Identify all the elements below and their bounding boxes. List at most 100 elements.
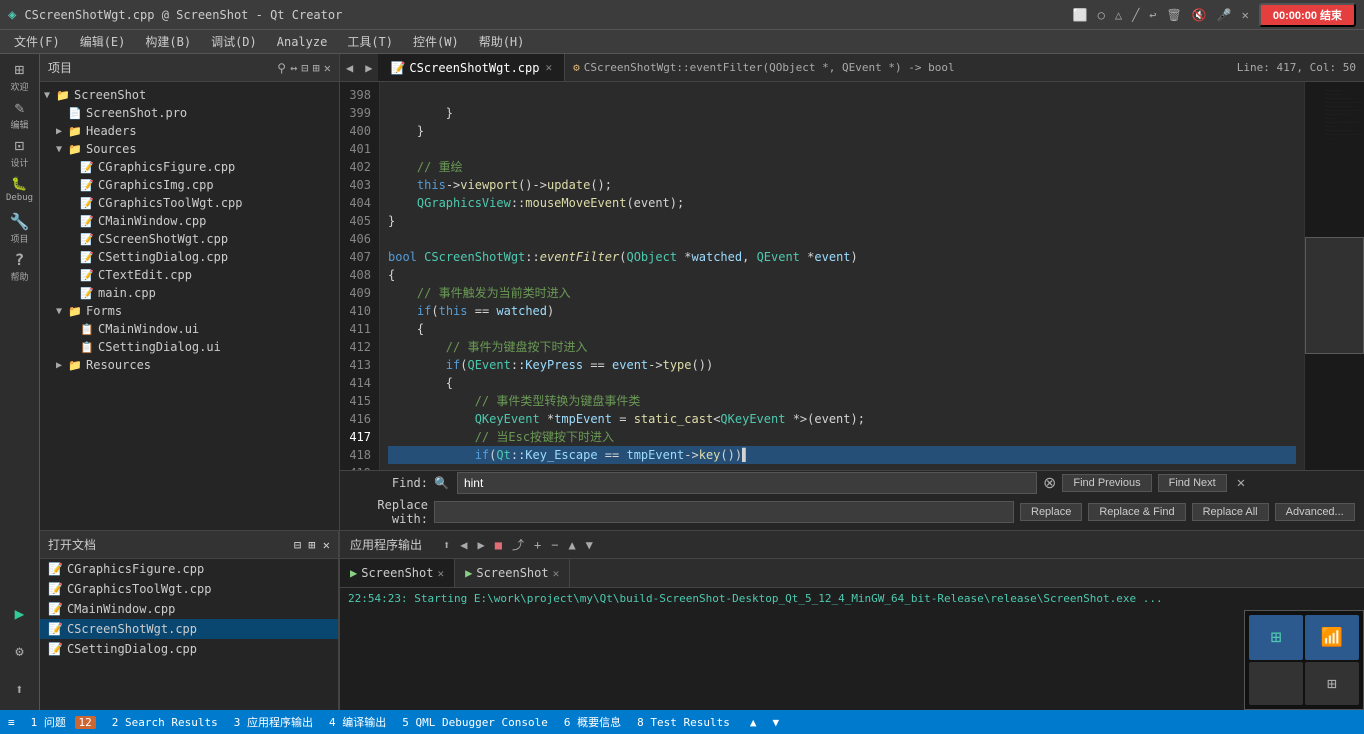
tree-item-sources[interactable]: ▼ 📁 Sources [40, 140, 339, 158]
tree-item-root[interactable]: ▼ 📁 ScreenShot [40, 86, 339, 104]
minimap-viewport[interactable] [1305, 237, 1364, 353]
status-app-output[interactable]: 3 应用程序输出 [234, 714, 313, 730]
tree-item-csettingdialogui[interactable]: 📋 CSettingDialog.ui [40, 338, 339, 356]
tree-item-ctextedit[interactable]: 📝 CTextEdit.cpp [40, 266, 339, 284]
find-close-btn[interactable]: ✕ [1237, 475, 1245, 491]
od-close[interactable]: ✕ [323, 538, 330, 552]
menu-build[interactable]: 构建(B) [135, 31, 201, 52]
doc-item-3[interactable]: 📝 CScreenShotWgt.cpp [40, 619, 338, 639]
run-button[interactable]: ▶ [2, 596, 38, 632]
sidebar-item-projects[interactable]: 🔧 项目 [2, 210, 38, 246]
minimap[interactable]: ·········· ········· ··············· ···… [1304, 82, 1364, 470]
tree-item-cscreenshotwgt[interactable]: 📝 CScreenShotWgt.cpp [40, 230, 339, 248]
icon-rect[interactable]: ⬜ [1073, 8, 1088, 22]
tree-item-cgraphicsfigure[interactable]: 📝 CGraphicsFigure.cpp [40, 158, 339, 176]
od-icon1[interactable]: ⊟ [294, 538, 301, 552]
tree-item-cgraphicstoolwgt[interactable]: 📝 CGraphicsToolWgt.cpp [40, 194, 339, 212]
icon-trash[interactable]: 🗑 [1167, 8, 1182, 22]
tree-item-pro[interactable]: 📄 ScreenShot.pro [40, 104, 339, 122]
menu-analyze[interactable]: Analyze [267, 33, 338, 51]
bt-icon3[interactable]: ▶ [474, 538, 487, 552]
replace-all-btn[interactable]: Replace All [1192, 503, 1269, 521]
bottom-tab-screenshot1[interactable]: ▶ ScreenShot ✕ [340, 559, 455, 587]
menu-edit[interactable]: 编辑(E) [70, 31, 136, 52]
bottom-tab-close2[interactable]: ✕ [553, 567, 560, 580]
icon-mic[interactable]: 🎤 [1217, 8, 1232, 22]
status-down-arrow[interactable]: ▼ [773, 716, 780, 729]
tree-item-forms[interactable]: ▼ 📁 Forms [40, 302, 339, 320]
build-button[interactable]: ⚙ [2, 634, 38, 670]
status-test[interactable]: 8 Test Results [637, 716, 730, 729]
tree-item-cmainwindow[interactable]: 📝 CMainWindow.cpp [40, 212, 339, 230]
tab-cscreenshotwgt[interactable]: 📝 CScreenShotWgt.cpp ✕ [378, 54, 565, 82]
doc-item-1[interactable]: 📝 CGraphicsToolWgt.cpp [40, 579, 338, 599]
code-editor[interactable]: } } // 重绘 this->viewport()->update(); QG… [380, 82, 1304, 470]
bt-icon1[interactable]: ⬆ [440, 538, 453, 552]
extra-button[interactable]: ⬆ [2, 672, 38, 708]
sidebar-item-debug[interactable]: 🐛 Debug [2, 172, 38, 208]
icon-close-x[interactable]: ╱ [1132, 8, 1139, 22]
menu-debug[interactable]: 调试(D) [201, 31, 267, 52]
close-panel-icon[interactable]: ✕ [324, 61, 331, 75]
replace-find-btn[interactable]: Replace & Find [1088, 503, 1185, 521]
sidebar-item-design[interactable]: ⊡ 设计 [2, 134, 38, 170]
doc-item-2[interactable]: 📝 CMainWindow.cpp [40, 599, 338, 619]
find-previous-btn[interactable]: Find Previous [1062, 474, 1151, 492]
icon-speaker[interactable]: 🔇 [1192, 8, 1207, 22]
od-icon2[interactable]: ⊞ [308, 538, 315, 552]
replace-btn[interactable]: Replace [1020, 503, 1082, 521]
find-clear-btn[interactable]: ⊗ [1043, 473, 1056, 493]
tree-item-cmainwindowui[interactable]: 📋 CMainWindow.ui [40, 320, 339, 338]
tree-item-headers[interactable]: ▶ 📁 Headers [40, 122, 339, 140]
tree-item-csettingdialog[interactable]: 📝 CSettingDialog.cpp [40, 248, 339, 266]
bt-icon2[interactable]: ◀ [457, 538, 470, 552]
menu-file[interactable]: 文件(F) [4, 31, 70, 52]
find-next-btn[interactable]: Find Next [1158, 474, 1227, 492]
tab-close-1[interactable]: ✕ [545, 61, 552, 74]
status-up-arrow[interactable]: ▲ [750, 716, 757, 729]
bt-icon4[interactable]: ■ [492, 538, 505, 552]
icon-triangle[interactable]: △ [1115, 8, 1122, 22]
sidebar-item-edit[interactable]: ✎ 编辑 [2, 96, 38, 132]
icon-close[interactable]: ✕ [1242, 8, 1249, 22]
bt-icon6[interactable]: + [531, 538, 544, 552]
icon-undo[interactable]: ↩ [1149, 8, 1156, 22]
bottom-tab-screenshot2[interactable]: ▶ ScreenShot ✕ [455, 559, 570, 587]
mini-cell-2: 📶 [1305, 615, 1359, 660]
filter-icon[interactable]: ⚲ [277, 61, 286, 75]
timer-button[interactable]: 00:00:00 结束 [1259, 3, 1356, 27]
status-search[interactable]: 2 Search Results [112, 716, 218, 729]
sync-icon[interactable]: ↔ [290, 61, 297, 75]
tree-item-cgraphicsimg[interactable]: 📝 CGraphicsImg.cpp [40, 176, 339, 194]
tree-item-resources[interactable]: ▶ 📁 Resources [40, 356, 339, 374]
nav-next[interactable]: ▶ [359, 61, 378, 75]
bt-up[interactable]: ▲ [565, 538, 578, 552]
expand-icon[interactable]: ⊞ [313, 61, 320, 75]
bt-icon7[interactable]: − [548, 538, 561, 552]
bottom-tab-close1[interactable]: ✕ [437, 567, 444, 580]
doc-item-0[interactable]: 📝 CGraphicsFigure.cpp [40, 559, 338, 579]
doc-item-4[interactable]: 📝 CSettingDialog.cpp [40, 639, 338, 659]
sidebar-item-welcome[interactable]: ⊞ 欢迎 [2, 58, 38, 94]
menu-controls[interactable]: 控件(W) [403, 31, 469, 52]
bt-down[interactable]: ▼ [583, 538, 596, 552]
bt-icon5[interactable]: ⤴ [509, 536, 527, 553]
nav-prev[interactable]: ◀ [340, 61, 359, 75]
collapse-icon[interactable]: ⊟ [301, 61, 308, 75]
code-container[interactable]: 398 399 400 401 402 403 404 405 406 407 … [340, 82, 1364, 470]
tree-arrow-sources: ▼ [56, 144, 68, 155]
status-problems[interactable]: 1 问题 12 [31, 714, 96, 730]
sidebar-item-help[interactable]: ? 帮助 [2, 248, 38, 284]
replace-input[interactable] [434, 501, 1014, 523]
menu-tools[interactable]: 工具(T) [337, 31, 403, 52]
advanced-btn[interactable]: Advanced... [1275, 503, 1355, 521]
status-summary[interactable]: 6 概要信息 [564, 714, 621, 730]
find-input[interactable] [457, 472, 1037, 494]
tree-item-main[interactable]: 📝 main.cpp [40, 284, 339, 302]
icon-circle[interactable]: ○ [1098, 8, 1105, 22]
status-compile[interactable]: 4 编译输出 [329, 714, 386, 730]
problems-label: 1 问题 [31, 716, 66, 729]
status-qml[interactable]: 5 QML Debugger Console [402, 716, 548, 729]
bottom-tab-icon1: ▶ [350, 566, 357, 580]
menu-help[interactable]: 帮助(H) [469, 31, 535, 52]
